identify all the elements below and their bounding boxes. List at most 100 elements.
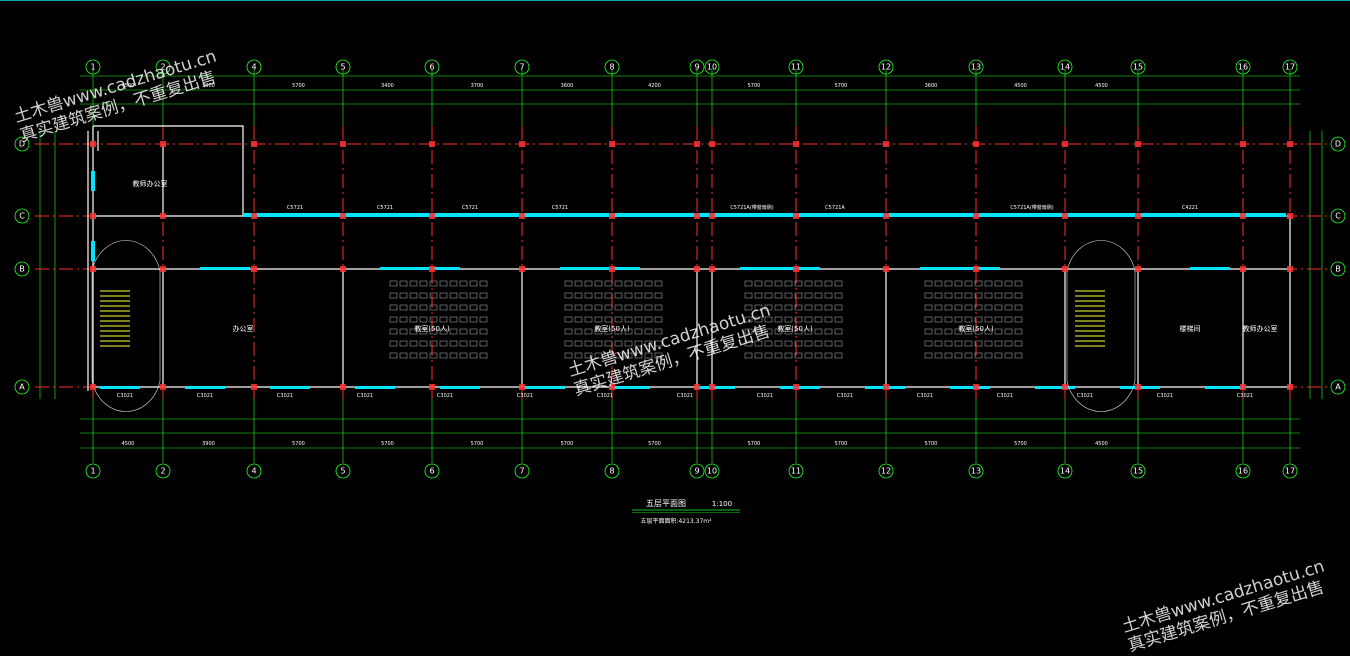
desk-3-4-1 [934, 328, 943, 335]
desk-1-5-3 [594, 340, 603, 347]
desk-3-1-0 [924, 292, 933, 299]
desk-0-0-7 [459, 280, 468, 287]
column-C-2 [251, 213, 257, 219]
column-C-6 [609, 213, 615, 219]
drawing-title: 五层平面图 [646, 499, 686, 508]
desk-2-3-3 [774, 316, 783, 323]
desk-1-5-1 [574, 340, 583, 347]
row-label-A-0: A [19, 383, 25, 392]
desk-1-2-9 [654, 304, 663, 311]
window-tag-top-1: C5721 [377, 205, 393, 211]
column-B-9 [793, 266, 799, 272]
desk-2-1-8 [824, 292, 833, 299]
desk-0-3-9 [479, 316, 488, 323]
desk-3-6-8 [1004, 352, 1013, 359]
axis-label-13-1: 13 [971, 467, 981, 476]
dim-text-top-8: 5700 [835, 83, 848, 89]
desk-3-0-7 [994, 280, 1003, 287]
axis-label-16-0: 16 [1238, 63, 1248, 72]
desk-0-3-8 [469, 316, 478, 323]
column-C-14 [1240, 213, 1246, 219]
desk-0-6-5 [439, 352, 448, 359]
desk-0-1-9 [479, 292, 488, 299]
desk-2-2-6 [804, 304, 813, 311]
desk-1-5-4 [604, 340, 613, 347]
column-B-4 [429, 266, 435, 272]
room-label-office: 办公室 [233, 324, 254, 333]
column-B-5 [519, 266, 525, 272]
axis-label-8-0: 8 [609, 63, 614, 72]
desk-1-3-5 [614, 316, 623, 323]
desk-1-2-4 [604, 304, 613, 311]
desk-1-4-2 [584, 328, 593, 335]
desk-1-0-9 [654, 280, 663, 287]
desk-3-0-0 [924, 280, 933, 287]
desk-2-6-3 [774, 352, 783, 359]
row-label-C-0: C [19, 212, 25, 221]
row-label-D-1: D [1335, 140, 1341, 149]
column-A-10 [883, 384, 889, 390]
desk-1-6-9 [654, 352, 663, 359]
axis-label-12-1: 12 [881, 467, 891, 476]
desk-0-0-5 [439, 280, 448, 287]
column-C-10 [883, 213, 889, 219]
axis-label-10-0: 10 [707, 63, 717, 72]
desk-0-3-0 [389, 316, 398, 323]
desk-1-1-3 [594, 292, 603, 299]
desk-1-1-9 [654, 292, 663, 299]
column-A-8 [709, 384, 715, 390]
desk-3-1-9 [1014, 292, 1023, 299]
axis-label-7-1: 7 [519, 467, 524, 476]
column-C-3 [340, 213, 346, 219]
desk-2-1-6 [804, 292, 813, 299]
column-A-5 [519, 384, 525, 390]
desk-1-2-8 [644, 304, 653, 311]
desk-2-6-7 [814, 352, 823, 359]
desk-3-3-1 [934, 316, 943, 323]
desk-1-5-6 [624, 340, 633, 347]
desk-3-0-4 [964, 280, 973, 287]
column-C-7 [694, 213, 700, 219]
desk-3-0-1 [934, 280, 943, 287]
window-tag-top-3: C5721 [552, 205, 568, 211]
dim-text-bottom-7: 5700 [748, 441, 761, 447]
desk-3-4-9 [1014, 328, 1023, 335]
desk-0-2-5 [439, 304, 448, 311]
desk-2-6-0 [744, 352, 753, 359]
window-tag-bottom-9: C3021 [837, 393, 853, 399]
desk-2-3-4 [784, 316, 793, 323]
desk-2-4-8 [824, 328, 833, 335]
desk-1-3-2 [584, 316, 593, 323]
desk-2-2-9 [834, 304, 843, 311]
desk-0-0-2 [409, 280, 418, 287]
window-band-bottom-5 [525, 386, 565, 389]
desk-3-1-8 [1004, 292, 1013, 299]
axis-label-2-1: 2 [160, 467, 165, 476]
desk-0-0-4 [429, 280, 438, 287]
axis-label-8-1: 8 [609, 467, 614, 476]
dim-text-bottom-10: 5700 [1014, 441, 1027, 447]
dim-text-top-4: 3700 [471, 83, 484, 89]
desk-0-3-5 [439, 316, 448, 323]
desk-2-3-0 [744, 316, 753, 323]
desk-0-2-0 [389, 304, 398, 311]
desk-3-1-1 [934, 292, 943, 299]
window-band-bottom-10 [950, 386, 990, 389]
desk-3-4-0 [924, 328, 933, 335]
column-C-0 [90, 213, 96, 219]
dim-text-bottom-3: 5700 [381, 441, 394, 447]
desk-3-1-7 [994, 292, 1003, 299]
desk-2-2-0 [744, 304, 753, 311]
column-C-12 [1062, 213, 1068, 219]
desk-1-6-1 [574, 352, 583, 359]
wall-0 [93, 125, 244, 216]
column-C-8 [709, 213, 715, 219]
window-band-inner-0 [200, 267, 250, 270]
desk-1-5-7 [634, 340, 643, 347]
dim-text-bottom-0: 4500 [122, 441, 135, 447]
desk-3-2-0 [924, 304, 933, 311]
desk-2-1-0 [744, 292, 753, 299]
desk-2-5-1 [754, 340, 763, 347]
axis-label-12-0: 12 [881, 63, 891, 72]
desk-1-0-8 [644, 280, 653, 287]
